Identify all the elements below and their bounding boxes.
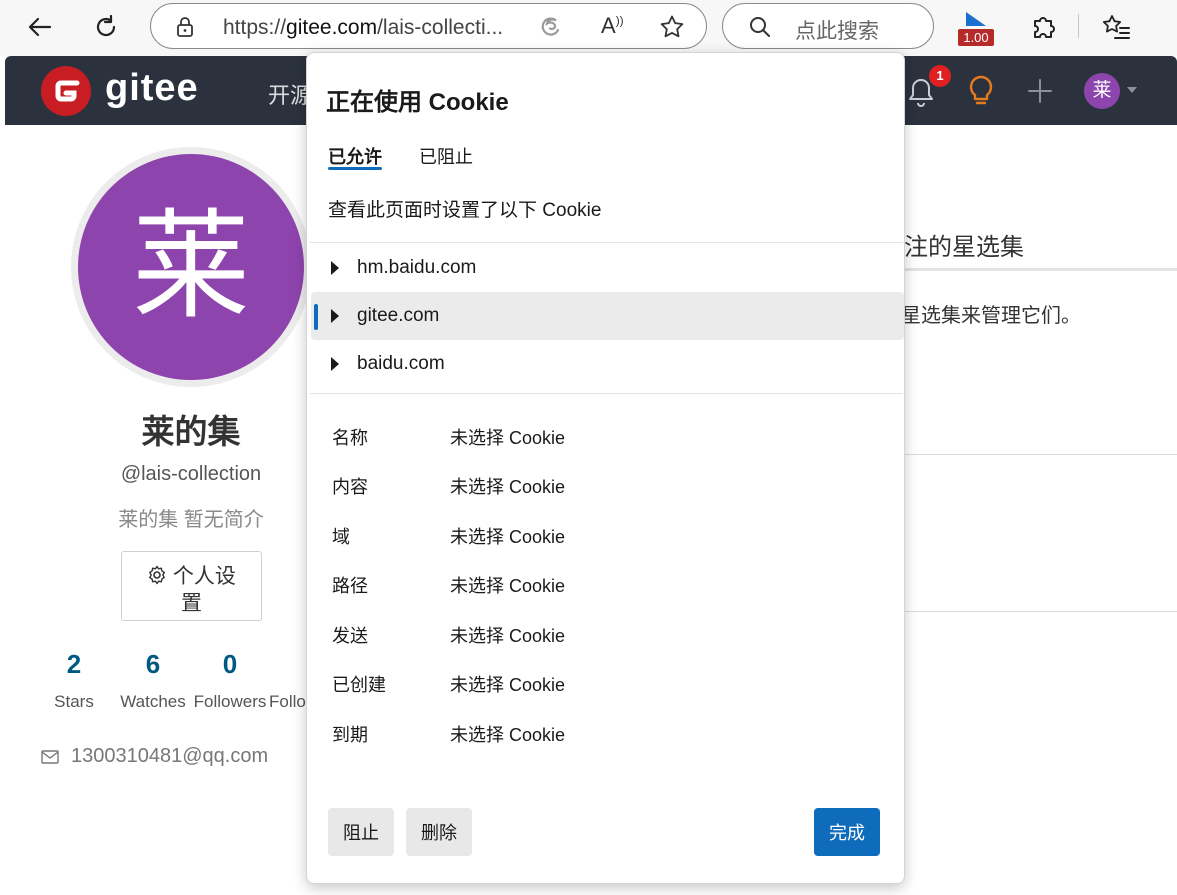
search-placeholder: 点此搜索 bbox=[795, 20, 879, 43]
gitee-logo-text[interactable]: gitee bbox=[105, 67, 199, 110]
lightbulb-icon[interactable] bbox=[966, 74, 996, 108]
cookie-property-row: 到期 未选择 Cookie bbox=[332, 721, 565, 747]
expand-caret-icon bbox=[331, 261, 339, 275]
extensions-puzzle-icon[interactable] bbox=[1029, 13, 1057, 41]
extension-badge: 1.00 bbox=[958, 29, 994, 46]
divider bbox=[895, 454, 1177, 455]
cookie-property-row: 已创建 未选择 Cookie bbox=[332, 671, 565, 697]
cookie-property-row: 域 未选择 Cookie bbox=[332, 523, 565, 549]
back-arrow-icon bbox=[28, 17, 52, 37]
cookie-property-row: 名称 未选择 Cookie bbox=[332, 424, 565, 450]
cookie-description: 查看此页面时设置了以下 Cookie bbox=[328, 200, 602, 221]
stat-label: Follo bbox=[269, 692, 306, 711]
property-key: 路径 bbox=[332, 576, 368, 596]
domain-label: gitee.com bbox=[357, 305, 440, 326]
profile-handle: @lais-collection bbox=[120, 463, 262, 485]
stat-label: Followers bbox=[193, 692, 267, 711]
settings-label-line2: 置 bbox=[181, 592, 202, 615]
property-key: 已创建 bbox=[332, 675, 386, 695]
notification-count-badge: 1 bbox=[929, 65, 951, 87]
property-value: 未选择 Cookie bbox=[450, 725, 566, 745]
block-button[interactable]: 阻止 bbox=[328, 808, 394, 856]
stat-watches[interactable]: 6 Watches bbox=[115, 649, 191, 712]
settings-label-line1: 个人设 bbox=[172, 565, 236, 588]
gitee-logo-icon[interactable] bbox=[41, 66, 91, 116]
property-key: 到期 bbox=[332, 725, 368, 745]
read-aloud-icon[interactable]: A)) bbox=[601, 13, 624, 39]
stat-followers[interactable]: 0 Followers bbox=[191, 649, 269, 712]
toolbar-separator bbox=[1078, 14, 1079, 38]
property-value: 未选择 Cookie bbox=[450, 675, 566, 695]
cookie-domain-item[interactable]: hm.baidu.com bbox=[311, 244, 904, 292]
active-tab-indicator bbox=[328, 167, 382, 170]
cookie-popup-title: 正在使用 Cookie bbox=[326, 89, 509, 116]
url-text: https://gitee.com/lais-collecti... bbox=[223, 16, 504, 39]
caret-down-icon[interactable] bbox=[1126, 86, 1138, 94]
lock-icon[interactable] bbox=[175, 16, 195, 38]
search-icon bbox=[750, 17, 770, 37]
cookie-domain-item-selected[interactable]: gitee.com bbox=[311, 292, 904, 340]
cookie-property-row: 路径 未选择 Cookie bbox=[332, 572, 565, 598]
stat-number: 0 bbox=[222, 649, 238, 679]
favorite-star-icon[interactable] bbox=[659, 14, 685, 40]
mail-icon bbox=[41, 749, 59, 764]
stat-number: 6 bbox=[145, 649, 161, 679]
property-key: 域 bbox=[332, 527, 350, 547]
starred-collections-desc: 的星选集来管理它们。 bbox=[881, 305, 1081, 327]
edge-icon[interactable] bbox=[538, 15, 562, 39]
browser-toolbar: https://gitee.com/lais-collecti... A)) 点… bbox=[0, 0, 1177, 56]
settings-gear-icon bbox=[147, 565, 167, 591]
delete-button[interactable]: 删除 bbox=[406, 808, 472, 856]
stat-label: Stars bbox=[54, 692, 94, 711]
divider bbox=[895, 268, 1177, 271]
extension-flag-icon[interactable] bbox=[962, 10, 990, 30]
address-bar[interactable]: https://gitee.com/lais-collecti... A)) bbox=[150, 3, 707, 49]
divider bbox=[310, 393, 903, 394]
expand-caret-icon bbox=[331, 309, 339, 323]
profile-avatar: 莱 bbox=[78, 154, 304, 380]
property-value: 未选择 Cookie bbox=[450, 428, 566, 448]
email-text: 1300310481@qq.com bbox=[71, 745, 269, 767]
refresh-button[interactable] bbox=[88, 9, 124, 45]
cookie-property-row: 发送 未选择 Cookie bbox=[332, 622, 565, 648]
stat-label: Watches bbox=[120, 692, 186, 711]
browser-search-box[interactable]: 点此搜索 bbox=[722, 3, 934, 49]
starred-collections-title: 注的星选集 bbox=[904, 234, 1024, 261]
personal-settings-button[interactable]: 个人设 置 bbox=[121, 551, 262, 621]
user-avatar[interactable]: 莱 bbox=[1084, 73, 1120, 109]
domain-label: hm.baidu.com bbox=[357, 257, 477, 278]
property-key: 内容 bbox=[332, 477, 368, 497]
cookie-property-row: 内容 未选择 Cookie bbox=[332, 473, 565, 499]
divider bbox=[895, 611, 1177, 612]
back-button[interactable] bbox=[22, 9, 58, 45]
cookie-domain-item[interactable]: baidu.com bbox=[311, 340, 904, 388]
property-value: 未选择 Cookie bbox=[450, 576, 566, 596]
refresh-icon bbox=[96, 14, 116, 37]
tab-allowed[interactable]: 已允许 bbox=[328, 143, 382, 169]
property-value: 未选择 Cookie bbox=[450, 477, 566, 497]
plus-icon[interactable] bbox=[1026, 77, 1054, 105]
cookie-popup: 正在使用 Cookie 已允许 已阻止 查看此页面时设置了以下 Cookie h… bbox=[306, 52, 905, 884]
property-key: 发送 bbox=[332, 626, 368, 646]
profile-name: 莱的集 bbox=[141, 413, 241, 450]
favorites-list-icon[interactable] bbox=[1101, 13, 1131, 41]
property-value: 未选择 Cookie bbox=[450, 527, 566, 547]
selection-indicator bbox=[314, 304, 318, 330]
stat-stars[interactable]: 2 Stars bbox=[41, 649, 107, 712]
property-key: 名称 bbox=[332, 428, 368, 448]
profile-bio: 莱的集 暂无简介 bbox=[118, 509, 264, 531]
domain-label: baidu.com bbox=[357, 353, 445, 374]
expand-caret-icon bbox=[331, 357, 339, 371]
tab-blocked[interactable]: 已阻止 bbox=[419, 143, 473, 169]
stat-following[interactable]: Follo bbox=[269, 649, 309, 712]
divider bbox=[310, 242, 903, 243]
stat-number: 2 bbox=[66, 649, 82, 679]
property-value: 未选择 Cookie bbox=[450, 626, 566, 646]
profile-email[interactable]: 1300310481@qq.com bbox=[41, 745, 268, 768]
done-button[interactable]: 完成 bbox=[814, 808, 880, 856]
